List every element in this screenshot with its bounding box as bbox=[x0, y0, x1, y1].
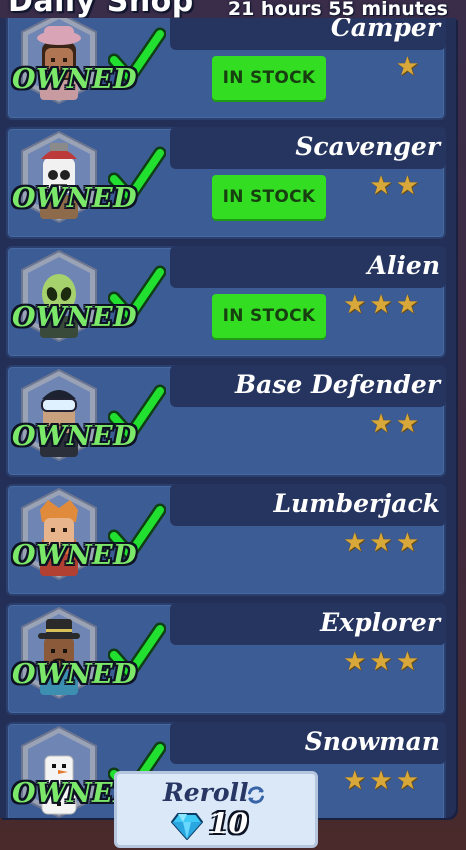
star-icon: ★ bbox=[343, 290, 370, 320]
refresh-icon bbox=[245, 784, 267, 806]
star-icon: ★ bbox=[395, 409, 422, 439]
in-stock-button[interactable]: IN STOCK bbox=[212, 175, 326, 219]
star-icon: ★ bbox=[343, 766, 370, 796]
shop-item-card[interactable]: Explorer OWNED ★★★ bbox=[6, 603, 446, 715]
in-stock-button[interactable]: IN STOCK bbox=[212, 56, 326, 100]
star-icon: ★ bbox=[343, 528, 370, 558]
owned-label: OWNED bbox=[12, 183, 138, 214]
shop-item-card[interactable]: Base Defender OWNED ★★ bbox=[6, 365, 446, 477]
owned-label: OWNED bbox=[12, 421, 138, 452]
shop-item-card[interactable]: Lumberjack OWNED ★★★ bbox=[6, 484, 446, 596]
star-icon: ★ bbox=[369, 766, 396, 796]
star-rating: ★★★ bbox=[343, 768, 422, 794]
star-icon: ★ bbox=[369, 290, 396, 320]
unit-name: Alien bbox=[367, 251, 440, 280]
star-rating: ★★★ bbox=[343, 292, 422, 318]
star-icon: ★ bbox=[395, 171, 422, 201]
star-icon: ★ bbox=[369, 409, 396, 439]
unit-name: Explorer bbox=[320, 608, 440, 637]
owned-label: OWNED bbox=[12, 302, 138, 333]
name-plate: Explorer bbox=[170, 603, 446, 645]
star-icon: ★ bbox=[395, 52, 422, 82]
in-stock-button[interactable]: IN STOCK bbox=[212, 294, 326, 338]
unit-name: Camper bbox=[330, 18, 440, 42]
shop-item-card[interactable]: Scavenger OWNED ★★ IN STOCK bbox=[6, 127, 446, 239]
star-icon: ★ bbox=[395, 647, 422, 677]
unit-name: Lumberjack bbox=[273, 489, 440, 518]
unit-name: Scavenger bbox=[295, 132, 440, 161]
shop-item-card[interactable]: Camper OWNED ★ IN STOCK bbox=[6, 18, 446, 120]
unit-name: Base Defender bbox=[235, 370, 440, 399]
name-plate: Snowman bbox=[170, 722, 446, 764]
star-icon: ★ bbox=[369, 528, 396, 558]
restock-timer: 21 hours 55 minutes bbox=[227, 0, 448, 20]
name-plate: Scavenger bbox=[170, 127, 446, 169]
star-icon: ★ bbox=[343, 647, 370, 677]
shop-title: Daily Shop bbox=[8, 0, 194, 19]
reroll-cost: 10 bbox=[209, 807, 248, 840]
shop-list[interactable]: Camper OWNED ★ IN STOCK Scavenger OWNED ★★ IN… bbox=[0, 18, 456, 818]
reroll-label: Reroll bbox=[163, 778, 249, 807]
name-plate: Lumberjack bbox=[170, 484, 446, 526]
owned-label: OWNED bbox=[12, 659, 138, 690]
star-rating: ★★★ bbox=[343, 649, 422, 675]
reroll-button[interactable]: Reroll 10 bbox=[114, 771, 318, 848]
star-rating: ★★★ bbox=[343, 530, 422, 556]
owned-label: OWNED bbox=[12, 540, 138, 571]
star-icon: ★ bbox=[369, 171, 396, 201]
star-icon: ★ bbox=[395, 528, 422, 558]
star-icon: ★ bbox=[395, 766, 422, 796]
shop-item-card[interactable]: Alien OWNED ★★★ IN STOCK bbox=[6, 246, 446, 358]
unit-name: Snowman bbox=[304, 727, 440, 756]
star-rating: ★★ bbox=[369, 173, 422, 199]
diamond-icon bbox=[170, 812, 204, 841]
name-plate: Camper bbox=[170, 18, 446, 50]
name-plate: Base Defender bbox=[170, 365, 446, 407]
name-plate: Alien bbox=[170, 246, 446, 288]
star-icon: ★ bbox=[395, 290, 422, 320]
star-icon: ★ bbox=[369, 647, 396, 677]
star-rating: ★★ bbox=[369, 411, 422, 437]
star-rating: ★ bbox=[396, 54, 422, 80]
owned-label: OWNED bbox=[12, 64, 138, 95]
